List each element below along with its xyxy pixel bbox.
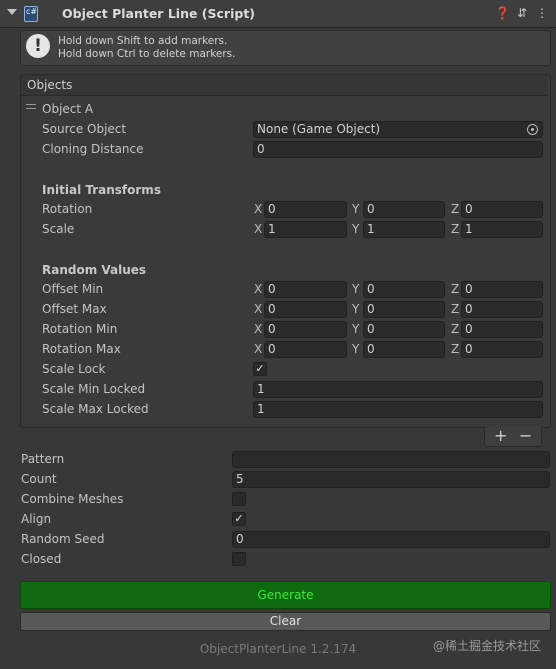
rotation-min-y-field[interactable]: 0 — [363, 321, 445, 338]
script-icon — [24, 6, 38, 22]
scale-lock-label: Scale Lock — [42, 362, 106, 376]
rotation-min-y-axis: Y — [352, 322, 360, 336]
pattern-field[interactable] — [232, 451, 550, 468]
warning-icon: ! — [26, 34, 50, 58]
offset-max-y-axis: Y — [352, 302, 360, 316]
random-seed-field[interactable]: 0 — [232, 531, 550, 548]
rotation-z-axis: Z — [451, 202, 460, 216]
help-box: ! Hold down Shift to add markers. Hold d… — [20, 30, 551, 66]
rotation-y-axis: Y — [352, 202, 360, 216]
offset-max-z-axis: Z — [451, 302, 460, 316]
source-object-label: Source Object — [42, 122, 127, 136]
rotation-max-x-axis: X — [254, 342, 263, 356]
rotation-x-axis: X — [254, 202, 263, 216]
scale-min-locked-label: Scale Min Locked — [42, 382, 146, 396]
rotation-min-z-axis: Z — [451, 322, 460, 336]
offset-min-y-axis: Y — [352, 282, 360, 296]
scale-min-locked-field[interactable]: 1 — [253, 381, 543, 398]
rotation-min-z-field[interactable]: 0 — [461, 321, 543, 338]
objects-list-header: Objects — [21, 75, 548, 96]
offset-max-y-field[interactable]: 0 — [363, 301, 445, 318]
scale-x-field[interactable]: 1 — [264, 221, 347, 238]
rotation-min-x-axis: X — [254, 322, 263, 336]
scale-z-axis: Z — [451, 222, 460, 236]
rotation-x-field[interactable]: 0 — [264, 201, 347, 218]
offset-min-z-field[interactable]: 0 — [461, 281, 543, 298]
scale-max-locked-field[interactable]: 1 — [253, 401, 543, 418]
offset-min-y-field[interactable]: 0 — [363, 281, 445, 298]
source-object-field[interactable]: None (Game Object) — [253, 121, 543, 138]
cloning-distance-label: Cloning Distance — [42, 142, 144, 156]
add-element-button[interactable]: + — [494, 426, 507, 445]
combine-meshes-label: Combine Meshes — [21, 492, 124, 506]
cloning-distance-field[interactable]: 0 — [253, 141, 543, 158]
rotation-min-x-field[interactable]: 0 — [264, 321, 347, 338]
offset-min-x-axis: X — [254, 282, 263, 296]
help-icon[interactable]: ❓ — [495, 6, 510, 20]
remove-element-button[interactable]: − — [519, 426, 532, 445]
object-item-name[interactable]: Object A — [42, 102, 93, 116]
component-header[interactable]: Object Planter Line (Script) ❓ ⇵ ⋮ — [0, 0, 556, 28]
offset-max-z-field[interactable]: 0 — [461, 301, 543, 318]
rotation-y-field[interactable]: 0 — [363, 201, 445, 218]
offset-min-z-axis: Z — [451, 282, 460, 296]
random-values-heading: Random Values — [42, 263, 147, 277]
clear-button[interactable]: Clear — [20, 612, 551, 631]
rotation-max-y-field[interactable]: 0 — [363, 341, 445, 358]
align-checkbox[interactable]: ✓ — [232, 512, 246, 526]
source-object-value: None (Game Object) — [257, 122, 381, 136]
offset-min-x-field[interactable]: 0 — [264, 281, 347, 298]
offset-max-x-axis: X — [254, 302, 263, 316]
rotation-label: Rotation — [42, 202, 93, 216]
help-text-ctrl: Hold down Ctrl to delete markers. — [58, 48, 236, 60]
rotation-max-z-field[interactable]: 0 — [461, 341, 543, 358]
rotation-max-z-axis: Z — [451, 342, 460, 356]
initial-transforms-heading: Initial Transforms — [42, 183, 161, 197]
scale-y-axis: Y — [352, 222, 360, 236]
closed-label: Closed — [21, 552, 62, 566]
scale-y-field[interactable]: 1 — [363, 221, 445, 238]
scale-x-axis: X — [254, 222, 263, 236]
objects-header-label: Objects — [27, 78, 73, 92]
rotation-z-field[interactable]: 0 — [461, 201, 543, 218]
count-field[interactable]: 5 — [232, 471, 550, 488]
closed-checkbox[interactable] — [232, 552, 246, 566]
rotation-max-y-axis: Y — [352, 342, 360, 356]
help-text-shift: Hold down Shift to add markers. — [58, 35, 228, 47]
component-title: Object Planter Line (Script) — [62, 6, 256, 21]
scale-label: Scale — [42, 222, 75, 236]
rotation-min-label: Rotation Min — [42, 322, 118, 336]
random-seed-label: Random Seed — [21, 532, 105, 546]
watermark-text: @稀土掘金技术社区 — [433, 639, 542, 653]
foldout-chevron-icon[interactable] — [7, 9, 17, 15]
rotation-max-label: Rotation Max — [42, 342, 121, 356]
more-icon[interactable]: ⋮ — [535, 6, 549, 20]
drag-handle-icon[interactable] — [26, 104, 36, 109]
offset-max-x-field[interactable]: 0 — [264, 301, 347, 318]
scale-lock-checkbox[interactable]: ✓ — [253, 362, 267, 376]
offset-max-label: Offset Max — [42, 302, 107, 316]
rotation-max-x-field[interactable]: 0 — [264, 341, 347, 358]
preset-icon[interactable]: ⇵ — [515, 6, 529, 20]
generate-button[interactable]: Generate — [20, 581, 551, 609]
object-picker-icon[interactable] — [527, 124, 538, 135]
pattern-label: Pattern — [21, 452, 65, 466]
scale-z-field[interactable]: 1 — [461, 221, 543, 238]
align-label: Align — [21, 512, 52, 526]
scale-max-locked-label: Scale Max Locked — [42, 402, 149, 416]
combine-meshes-checkbox[interactable] — [232, 492, 246, 506]
list-add-remove: + − — [484, 426, 542, 447]
count-label: Count — [21, 472, 57, 486]
offset-min-label: Offset Min — [42, 282, 104, 296]
